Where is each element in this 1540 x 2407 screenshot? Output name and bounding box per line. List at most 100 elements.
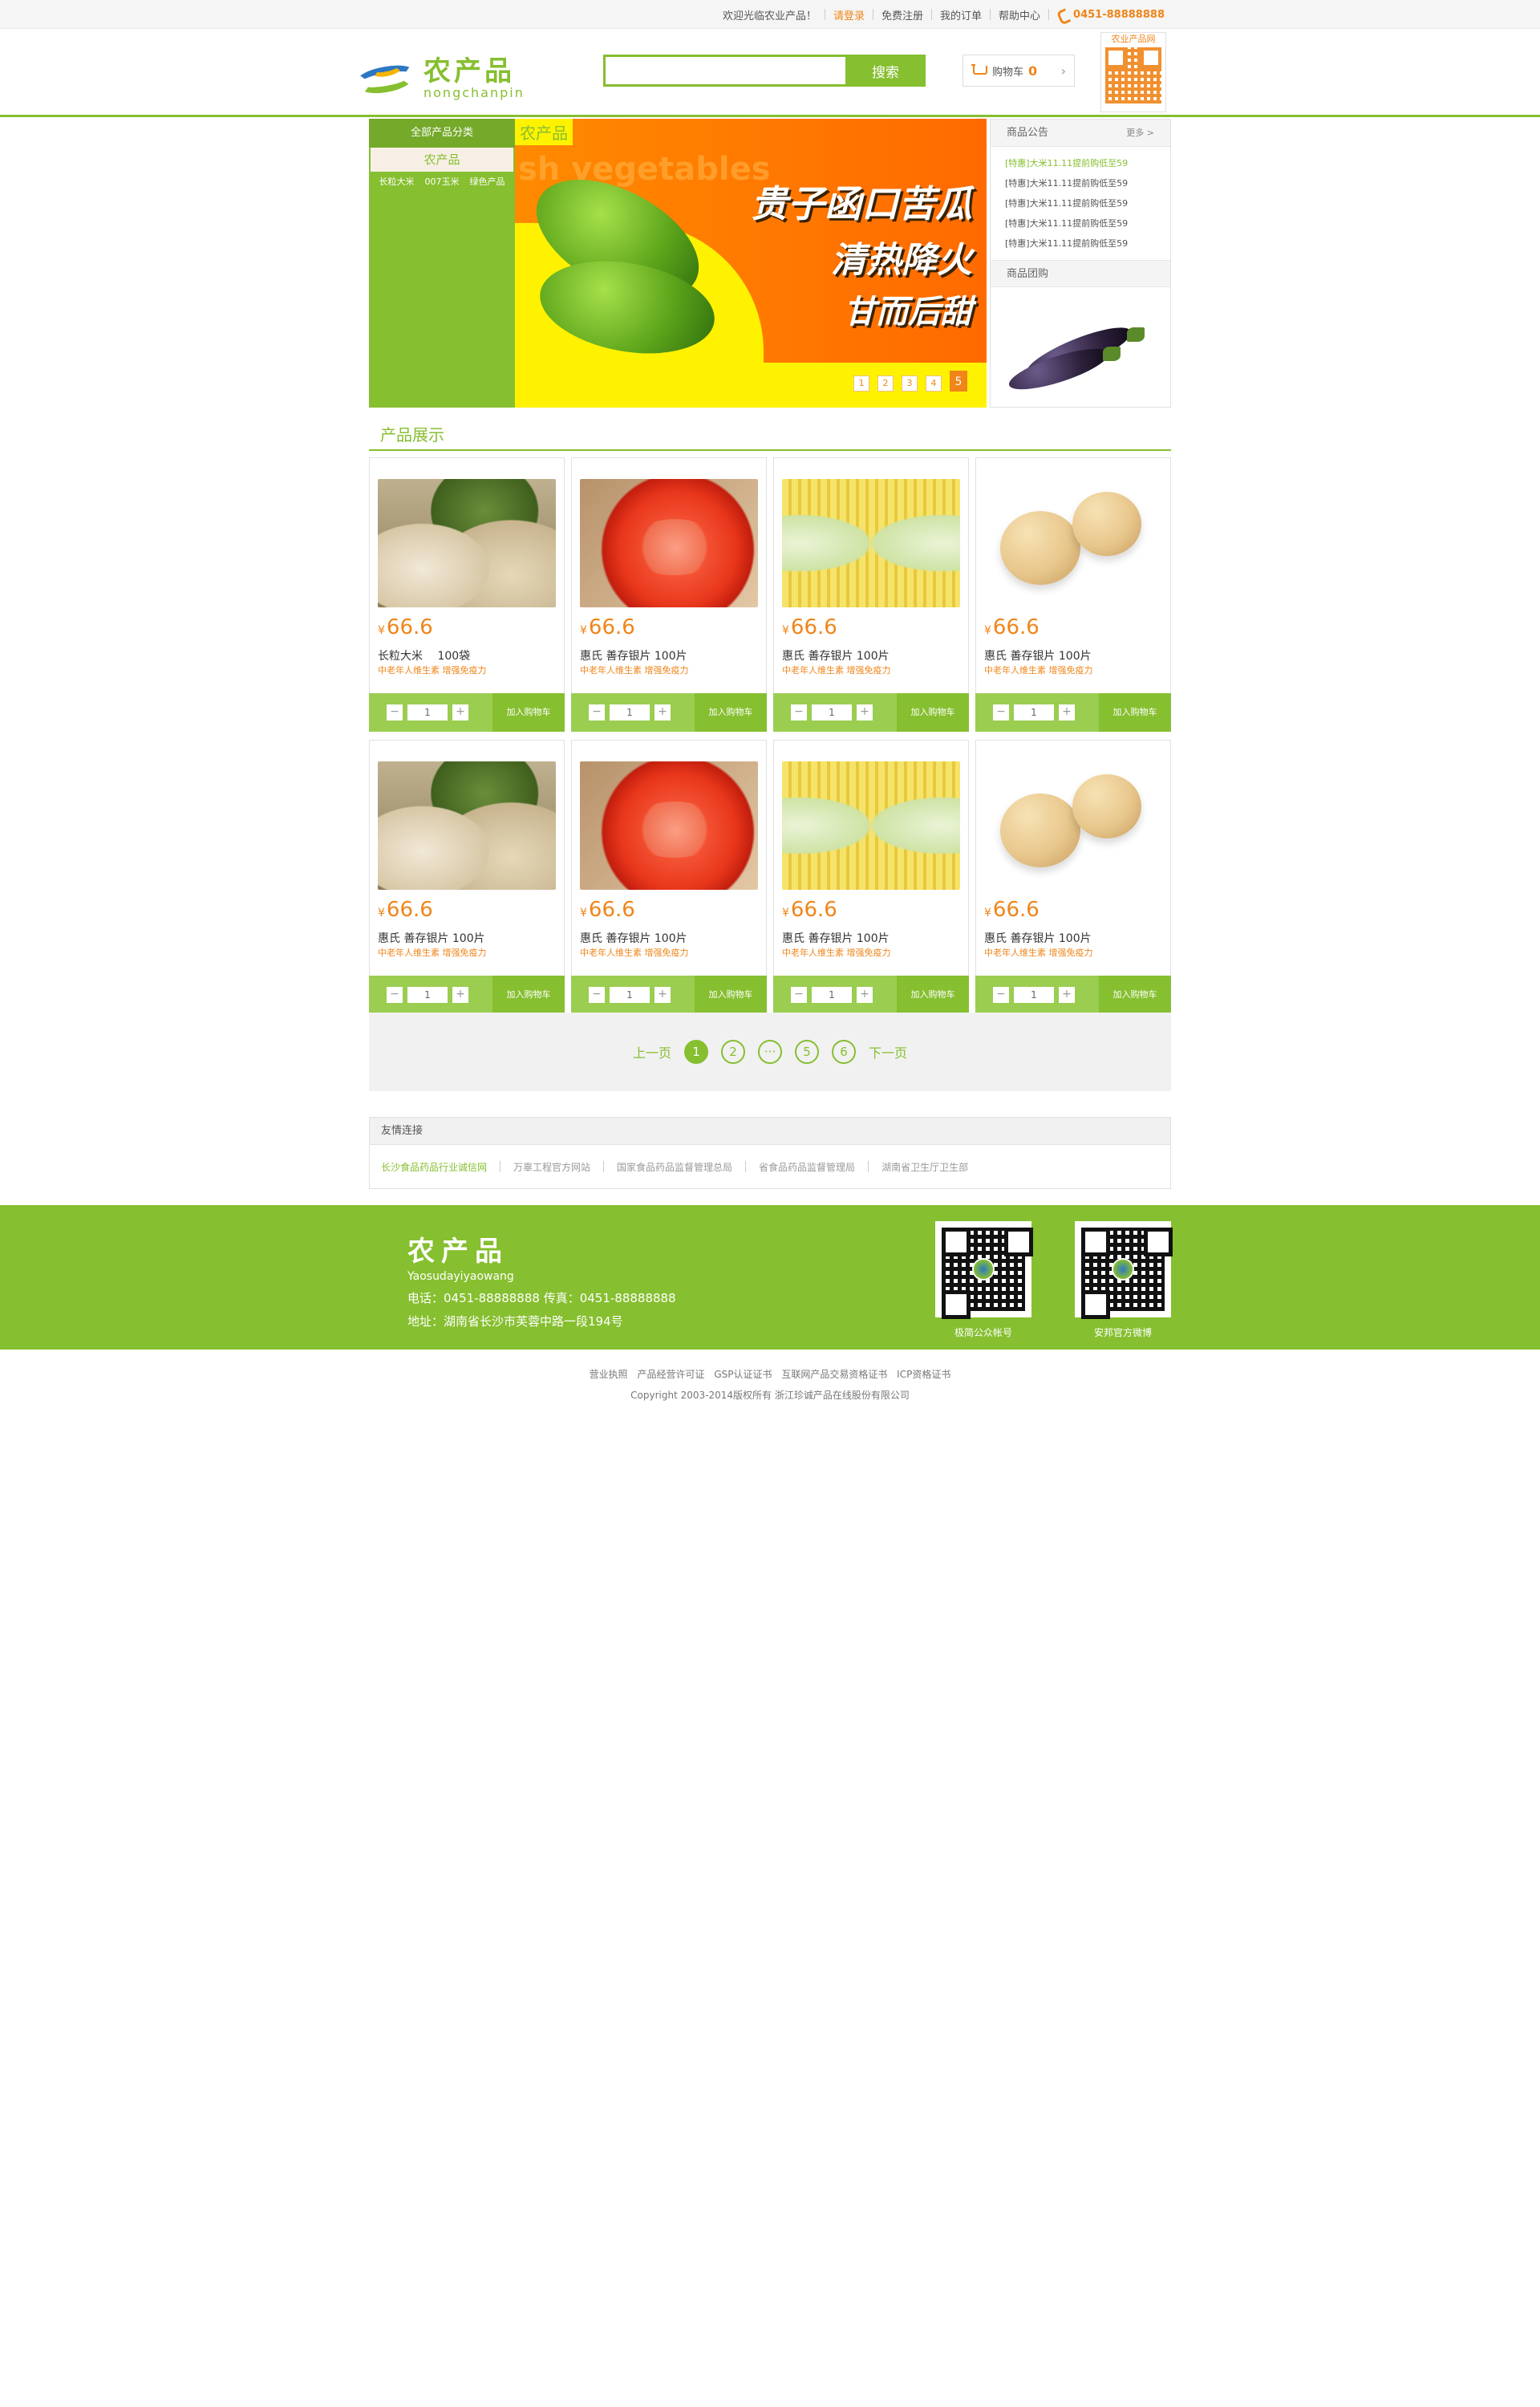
- register-link[interactable]: 免费注册: [881, 7, 923, 22]
- add-to-cart-button[interactable]: 加入购物车: [492, 693, 565, 732]
- footer-link[interactable]: 营业执照: [590, 1369, 628, 1380]
- decrease-button[interactable]: −: [791, 704, 807, 720]
- decrease-button[interactable]: −: [993, 704, 1009, 720]
- product-image[interactable]: [378, 761, 556, 890]
- add-to-cart-button[interactable]: 加入购物车: [897, 976, 969, 1014]
- decrease-button[interactable]: −: [993, 987, 1009, 1003]
- category-subtitle[interactable]: 农产品: [371, 148, 513, 172]
- banner-dot-active[interactable]: 5: [950, 371, 967, 392]
- banner-dot[interactable]: 1: [853, 375, 869, 392]
- product-card[interactable]: ¥66.6 惠氏 善存银片 100片 中老年人维生素 增强免疫力 −1 + 加入购物车: [571, 457, 767, 732]
- friend-link[interactable]: 省食品药品监督管理局: [759, 1160, 855, 1174]
- friend-link[interactable]: 国家食品药品监督管理总局: [617, 1160, 732, 1174]
- decrease-button[interactable]: −: [589, 704, 605, 720]
- product-image[interactable]: [782, 479, 960, 607]
- quantity-value[interactable]: 1: [812, 704, 852, 720]
- decrease-button[interactable]: −: [387, 987, 403, 1003]
- quantity-value[interactable]: 1: [1014, 704, 1054, 720]
- login-link[interactable]: 请登录: [833, 7, 865, 22]
- quantity-value[interactable]: 1: [407, 704, 448, 720]
- footer-link[interactable]: 产品经营许可证: [638, 1369, 705, 1380]
- product-name[interactable]: 惠氏 善存银片 100片: [782, 930, 890, 946]
- notice-item[interactable]: [特惠]大米11.11提前购低至59: [1005, 233, 1156, 254]
- page-5-button[interactable]: 5: [795, 1040, 819, 1064]
- search-input[interactable]: [603, 55, 845, 87]
- quantity-value[interactable]: 1: [1014, 987, 1054, 1003]
- increase-button[interactable]: +: [857, 704, 873, 720]
- product-card[interactable]: ¥66.6 惠氏 善存银片 100片 中老年人维生素 增强免疫力 −1 + 加入购物车: [773, 740, 969, 1014]
- footer-link[interactable]: ICP资格证书: [897, 1369, 950, 1380]
- product-image[interactable]: [580, 479, 758, 607]
- footer-link[interactable]: 互联网产品交易资格证书: [781, 1369, 887, 1380]
- page-6-button[interactable]: 6: [832, 1040, 856, 1064]
- increase-button[interactable]: +: [654, 987, 671, 1003]
- product-image[interactable]: [580, 761, 758, 890]
- qr-code-icon: [942, 1228, 1025, 1311]
- footer-link[interactable]: GSP认证证书: [714, 1369, 772, 1380]
- increase-button[interactable]: +: [654, 704, 671, 720]
- notice-item[interactable]: [特惠]大米11.11提前购低至59: [1005, 153, 1156, 173]
- increase-button[interactable]: +: [857, 987, 873, 1003]
- decrease-button[interactable]: −: [791, 987, 807, 1003]
- product-name[interactable]: 惠氏 善存银片 100片: [378, 930, 485, 946]
- eggplant-image[interactable]: [991, 287, 1172, 412]
- product-card[interactable]: ¥66.6 惠氏 善存银片 100片 中老年人维生素 增强免疫力 −1 + 加入购物车: [369, 740, 565, 1014]
- add-to-cart-button[interactable]: 加入购物车: [695, 693, 767, 732]
- increase-button[interactable]: +: [452, 704, 468, 720]
- add-to-cart-button[interactable]: 加入购物车: [1099, 693, 1171, 732]
- hero-banner[interactable]: sh vegetables 农产品 贵子函口苦瓜 清热降火 甘而后甜 1 2 3…: [515, 119, 987, 408]
- notice-item[interactable]: [特惠]大米11.11提前购低至59: [1005, 173, 1156, 193]
- category-link[interactable]: 长粒大米: [379, 175, 415, 188]
- cart-button[interactable]: 购物车 0 ›: [962, 55, 1075, 87]
- category-title: 全部产品分类: [369, 119, 515, 148]
- my-orders-link[interactable]: 我的订单: [940, 7, 982, 22]
- page-2-button[interactable]: 2: [721, 1040, 745, 1064]
- friend-link[interactable]: 长沙食品药品行业诚信网: [381, 1160, 487, 1174]
- decrease-button[interactable]: −: [387, 704, 403, 720]
- more-link[interactable]: 更多 >: [1126, 120, 1154, 146]
- product-image[interactable]: [782, 761, 960, 890]
- quantity-value[interactable]: 1: [812, 987, 852, 1003]
- quantity-value[interactable]: 1: [610, 987, 650, 1003]
- add-to-cart-button[interactable]: 加入购物车: [897, 693, 969, 732]
- quantity-value[interactable]: 1: [407, 987, 448, 1003]
- product-name[interactable]: 惠氏 善存银片 100片: [984, 647, 1092, 664]
- page-1-button[interactable]: 1: [684, 1040, 708, 1064]
- site-logo[interactable]: 农产品 nongchanpin: [355, 53, 541, 104]
- product-image[interactable]: [378, 479, 556, 607]
- add-to-cart-button[interactable]: 加入购物车: [1099, 976, 1171, 1014]
- help-center-link[interactable]: 帮助中心: [999, 7, 1040, 22]
- product-image[interactable]: [984, 761, 1162, 890]
- product-card[interactable]: ¥66.6 惠氏 善存银片 100片 中老年人维生素 增强免疫力 −1 + 加入购物车: [975, 740, 1171, 1014]
- category-link[interactable]: 绿色产品: [470, 175, 505, 188]
- chevron-right-icon: ›: [1060, 63, 1066, 79]
- prev-page-link[interactable]: 上一页: [633, 1042, 671, 1061]
- product-name[interactable]: 惠氏 善存银片 100片: [984, 930, 1092, 946]
- increase-button[interactable]: +: [452, 987, 468, 1003]
- notice-item[interactable]: [特惠]大米11.11提前购低至59: [1005, 193, 1156, 213]
- product-card[interactable]: ¥66.6 长粒大米 100袋 中老年人维生素 增强免疫力 −1 + 加入购物车: [369, 457, 565, 732]
- product-name[interactable]: 长粒大米 100袋: [378, 647, 470, 664]
- product-card[interactable]: ¥66.6 惠氏 善存银片 100片 中老年人维生素 增强免疫力 −1 + 加入购物车: [975, 457, 1171, 732]
- banner-dot[interactable]: 4: [926, 375, 942, 392]
- increase-button[interactable]: +: [1059, 704, 1075, 720]
- decrease-button[interactable]: −: [589, 987, 605, 1003]
- friend-link[interactable]: 万辜工程官方网站: [513, 1160, 590, 1174]
- increase-button[interactable]: +: [1059, 987, 1075, 1003]
- product-name[interactable]: 惠氏 善存银片 100片: [580, 930, 687, 946]
- search-button[interactable]: 搜索: [845, 55, 926, 87]
- notice-item[interactable]: [特惠]大米11.11提前购低至59: [1005, 213, 1156, 233]
- product-card[interactable]: ¥66.6 惠氏 善存银片 100片 中老年人维生素 增强免疫力 −1 + 加入购物车: [773, 457, 969, 732]
- banner-dot[interactable]: 3: [902, 375, 918, 392]
- add-to-cart-button[interactable]: 加入购物车: [695, 976, 767, 1014]
- category-link[interactable]: 007玉米: [425, 175, 460, 188]
- product-card[interactable]: ¥66.6 惠氏 善存银片 100片 中老年人维生素 增强免疫力 −1 + 加入购物车: [571, 740, 767, 1014]
- product-name[interactable]: 惠氏 善存银片 100片: [580, 647, 687, 664]
- add-to-cart-button[interactable]: 加入购物车: [492, 976, 565, 1014]
- product-name[interactable]: 惠氏 善存银片 100片: [782, 647, 890, 664]
- next-page-link[interactable]: 下一页: [869, 1042, 907, 1061]
- product-image[interactable]: [984, 479, 1162, 607]
- banner-dot[interactable]: 2: [877, 375, 894, 392]
- friend-link[interactable]: 湖南省卫生厅卫生部: [881, 1160, 968, 1174]
- quantity-value[interactable]: 1: [610, 704, 650, 720]
